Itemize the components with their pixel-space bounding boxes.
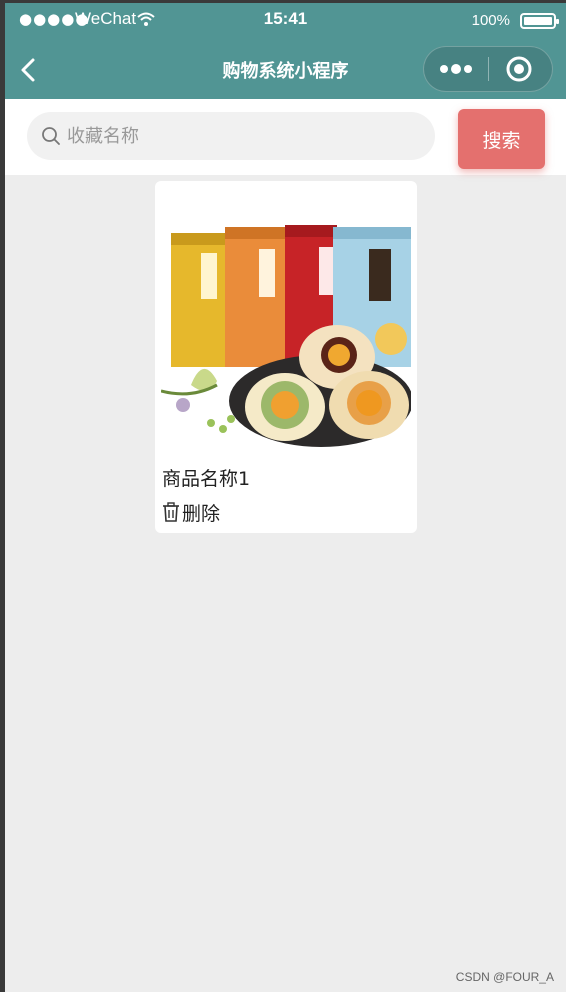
app-frame: ●●●●● WeChat 15:41 100% 购物系统小程序 收藏名称 搜索 … — [5, 3, 566, 992]
search-input[interactable] — [67, 112, 427, 160]
mooncake-product-image[interactable] — [161, 209, 411, 449]
status-bar: ●●●●● WeChat 15:41 100% — [5, 3, 566, 39]
more-dots-icon — [440, 64, 472, 74]
search-area: 搜索 — [5, 99, 566, 175]
mini-program-capsule — [423, 46, 553, 92]
search-icon — [42, 127, 60, 145]
battery-icon — [520, 13, 559, 29]
delete-label: 删除 — [182, 502, 221, 525]
trash-icon — [163, 502, 179, 522]
search-box[interactable] — [27, 112, 435, 160]
search-button[interactable]: 搜索 — [458, 109, 545, 169]
record-circle-icon — [506, 56, 532, 82]
battery-percent: 100% — [471, 12, 510, 29]
favorites-list: 商品名称1 删除 — [5, 175, 566, 992]
more-button[interactable] — [424, 47, 488, 91]
favorite-item[interactable]: 商品名称1 删除 — [155, 181, 417, 533]
product-name: 商品名称1 — [162, 468, 251, 490]
watermark: CSDN @FOUR_A — [455, 970, 554, 984]
close-mini-program-button[interactable] — [489, 47, 553, 91]
delete-button[interactable]: 删除 — [162, 499, 220, 525]
navigation-bar: 购物系统小程序 — [5, 39, 566, 99]
